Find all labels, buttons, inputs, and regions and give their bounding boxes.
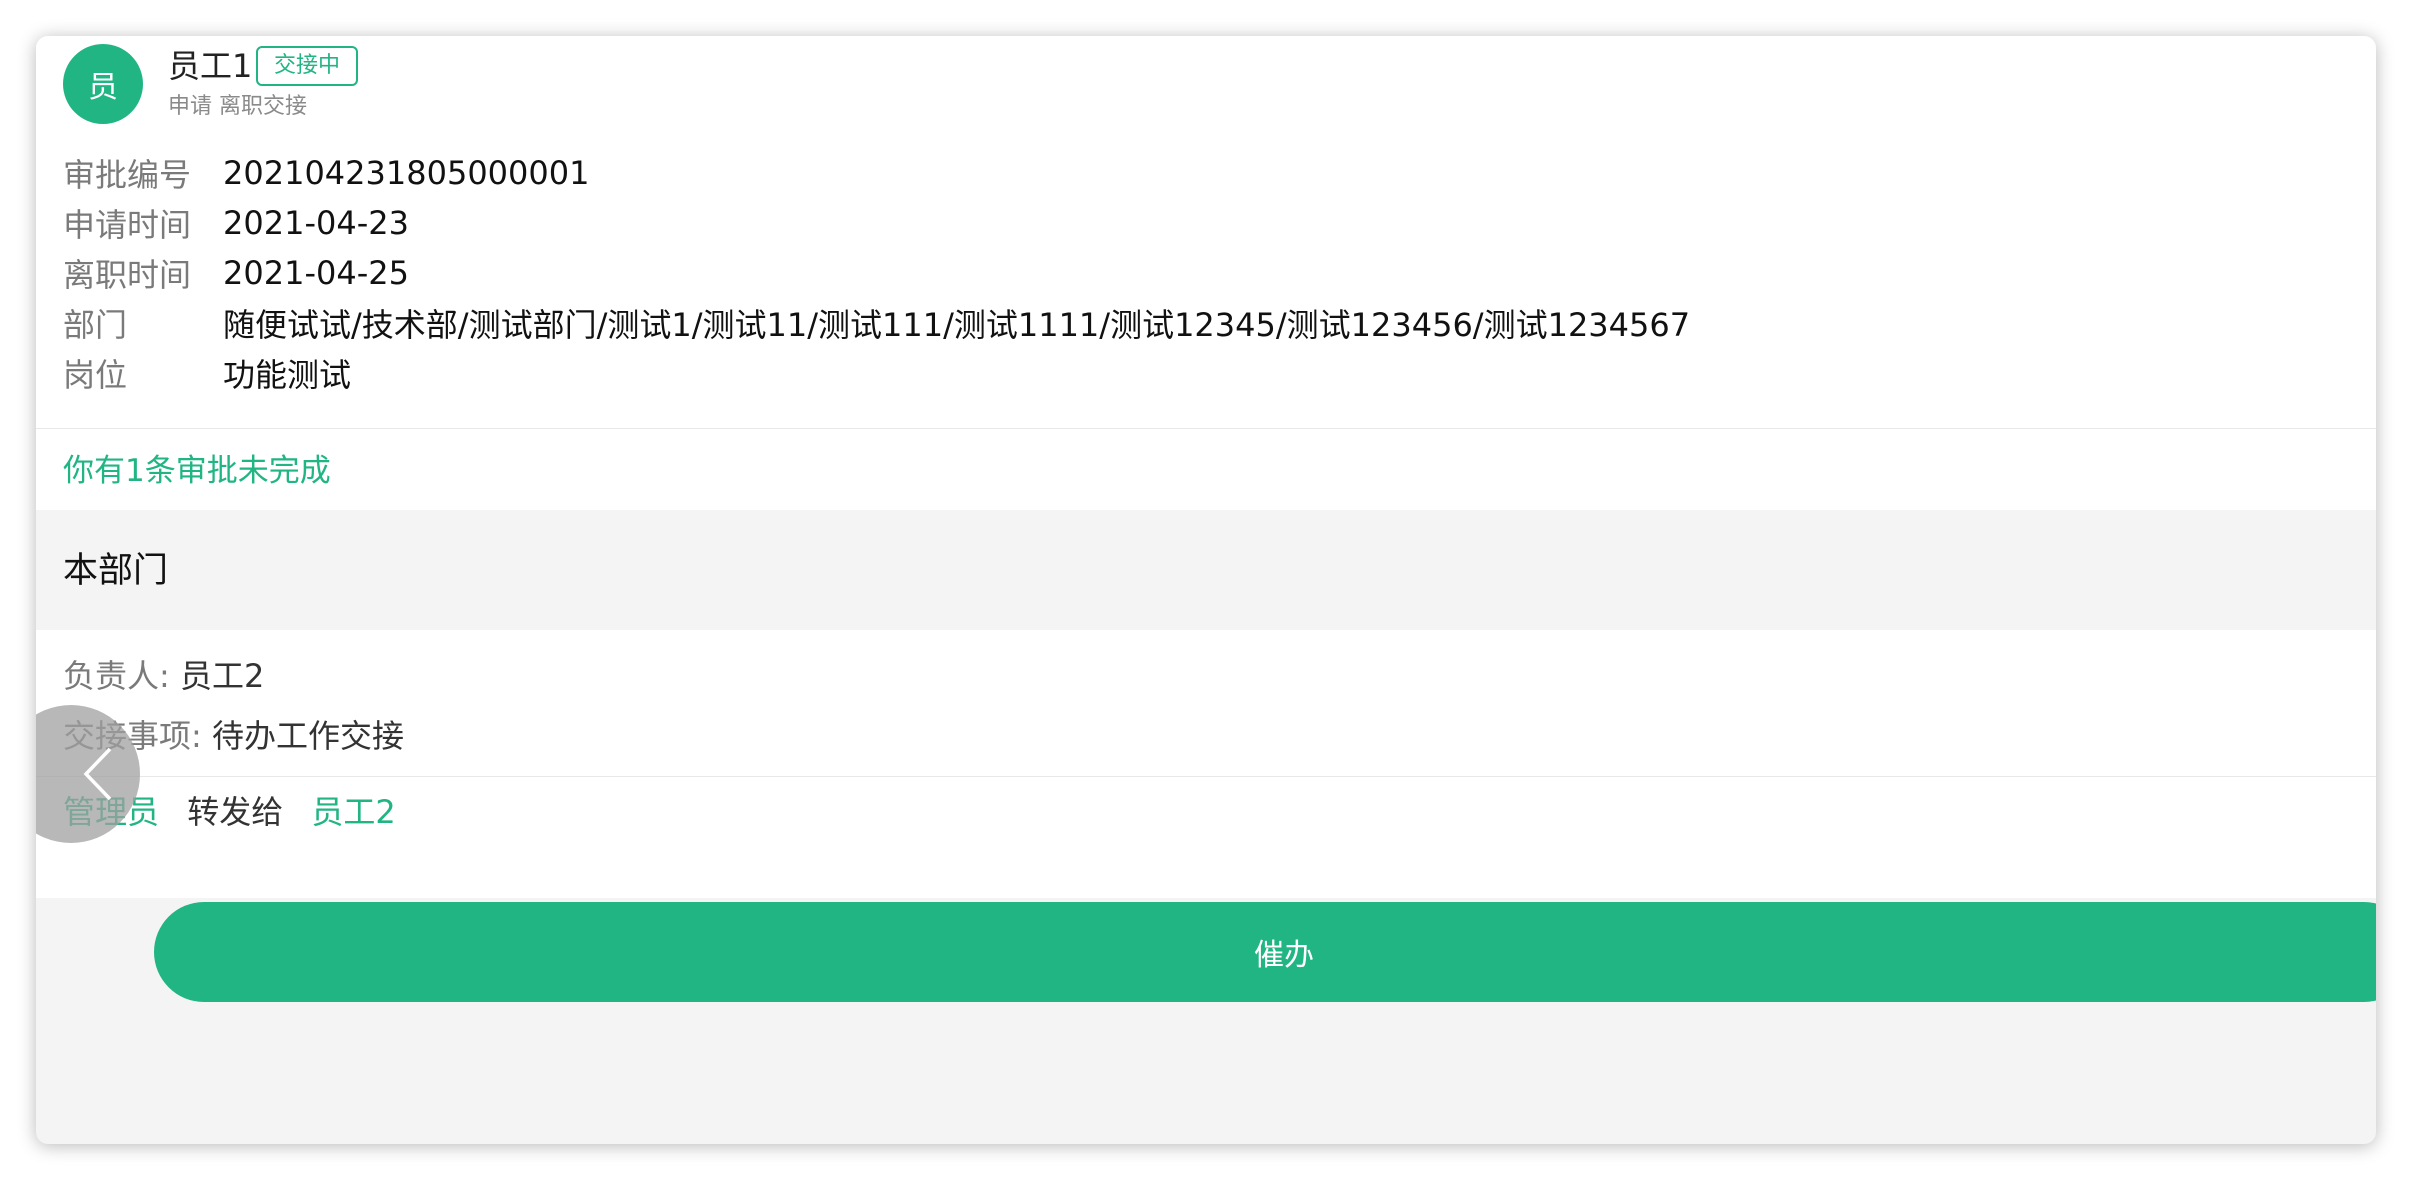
divider bbox=[36, 776, 2376, 777]
info-value: 202104231805000001 bbox=[223, 154, 590, 192]
approval-card: 员 员工1 交接中 申请 离职交接 审批编号 20210423180500000… bbox=[36, 36, 2376, 1144]
info-value: 2021-04-25 bbox=[223, 254, 409, 292]
flow-action: 转发给 bbox=[187, 793, 284, 831]
owner-label: 负责人: bbox=[63, 657, 170, 695]
section-header: 本部门 bbox=[36, 510, 2376, 630]
divider bbox=[36, 428, 2376, 429]
pending-approval-notice[interactable]: 你有1条审批未完成 bbox=[63, 449, 331, 493]
info-row-position: 岗位 功能测试 bbox=[63, 348, 1690, 398]
avatar: 员 bbox=[63, 44, 143, 124]
section-detail: 负责人: 员工2 交接事项: 待办工作交接 管理员 转发给 员工2 bbox=[36, 630, 2376, 898]
info-row-leave-date: 离职时间 2021-04-25 bbox=[63, 248, 1690, 298]
info-row-apply-date: 申请时间 2021-04-23 bbox=[63, 198, 1690, 248]
approval-summary: 员 员工1 交接中 申请 离职交接 审批编号 20210423180500000… bbox=[36, 36, 2376, 510]
owner-value: 员工2 bbox=[179, 657, 265, 695]
info-value: 2021-04-23 bbox=[223, 204, 409, 242]
chevron-left-icon bbox=[83, 747, 112, 801]
urge-button[interactable]: 催办 bbox=[154, 902, 2376, 1002]
info-value: 功能测试 bbox=[223, 356, 352, 394]
info-label: 申请时间 bbox=[63, 206, 192, 244]
info-row-approval-number: 审批编号 202104231805000001 bbox=[63, 148, 1690, 198]
flow-to: 员工2 bbox=[311, 793, 396, 831]
avatar-text: 员 bbox=[88, 70, 118, 105]
info-row-department: 部门 随便试试/技术部/测试部门/测试1/测试11/测试111/测试1111/测… bbox=[63, 298, 1690, 348]
info-list: 审批编号 202104231805000001 申请时间 2021-04-23 … bbox=[63, 148, 1690, 398]
owner-row: 负责人: 员工2 bbox=[63, 654, 264, 698]
info-label: 审批编号 bbox=[63, 156, 192, 194]
info-label: 部门 bbox=[63, 306, 128, 344]
handover-value: 待办工作交接 bbox=[211, 717, 404, 755]
info-label: 岗位 bbox=[63, 356, 128, 394]
info-value: 随便试试/技术部/测试部门/测试1/测试11/测试111/测试1111/测试12… bbox=[223, 306, 1691, 344]
section-title: 本部门 bbox=[63, 551, 169, 591]
employee-name: 员工1 bbox=[168, 47, 253, 85]
info-label: 离职时间 bbox=[63, 256, 192, 294]
status-badge: 交接中 bbox=[256, 46, 359, 86]
application-type: 申请 离职交接 bbox=[168, 94, 307, 119]
